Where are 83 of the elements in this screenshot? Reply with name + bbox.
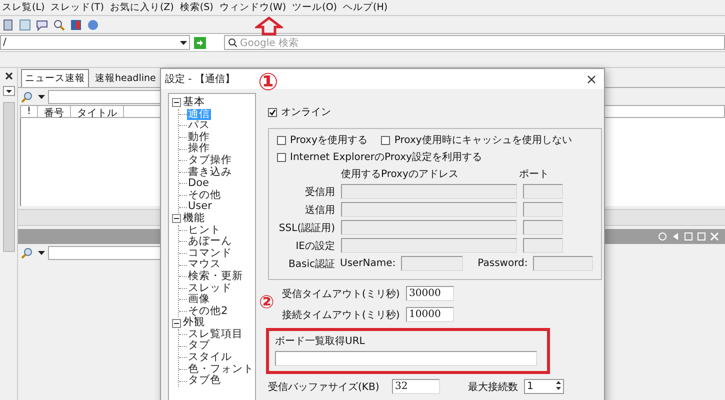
- go-arrow-icon[interactable]: [194, 36, 206, 48]
- tree-item[interactable]: 動作: [187, 132, 211, 144]
- tree-item[interactable]: 操作: [187, 143, 211, 155]
- tree-item[interactable]: タブ操作: [187, 154, 233, 167]
- address-field[interactable]: /: [0, 35, 190, 50]
- arrow-annotation: [255, 16, 283, 36]
- tree-item[interactable]: その他: [187, 190, 222, 202]
- column-header[interactable]: 番号: [38, 106, 72, 117]
- field-label: 接続タイムアウト(ミリ秒): [282, 308, 400, 322]
- tree-item[interactable]: 外観: [183, 317, 205, 329]
- document-icon[interactable]: [2, 18, 14, 30]
- menu-item[interactable]: スレッド(T): [50, 1, 104, 14]
- tree-item[interactable]: タブ色: [187, 375, 222, 387]
- search-icon: [228, 38, 237, 47]
- url-field[interactable]: [275, 351, 537, 366]
- tree-item[interactable]: タブ: [187, 340, 211, 352]
- search-icon[interactable]: [21, 90, 35, 102]
- field-label: 受信バッファサイズ(KB): [268, 380, 380, 394]
- field-label: 送信用: [304, 204, 335, 216]
- step-number: ②: [259, 294, 274, 312]
- field-label: 受信用: [304, 186, 335, 198]
- check-icon: [269, 108, 276, 116]
- column-header[interactable]: タイトル: [71, 106, 124, 117]
- collapse-icon[interactable]: [172, 98, 181, 108]
- field-label: SSL(認証用): [278, 222, 335, 234]
- menu-item[interactable]: ヘルプ(H): [343, 1, 388, 14]
- menu-item[interactable]: ツール(O): [292, 1, 338, 14]
- tree-item[interactable]: スレ覧項目: [187, 328, 244, 340]
- caret-icon[interactable]: [38, 94, 45, 100]
- tree-item[interactable]: 画像: [187, 294, 211, 306]
- step-number: ①: [258, 70, 278, 94]
- close-icon[interactable]: [587, 74, 596, 84]
- panel-icon[interactable]: [70, 18, 82, 30]
- tree-item[interactable]: マウス: [187, 259, 222, 271]
- field-label: IEの設定: [294, 240, 335, 252]
- tree-item[interactable]: 検索・更新: [187, 270, 244, 282]
- checkbox[interactable]: オンライン: [268, 105, 602, 119]
- field-label: 受信タイムアウト(ミリ秒): [282, 288, 400, 300]
- field-label: Basic認証: [288, 258, 335, 270]
- field-label: UserName:: [340, 258, 396, 269]
- dropdown-icon[interactable]: [2, 86, 14, 96]
- scrollbar[interactable]: [2, 102, 14, 252]
- tree-item[interactable]: 色・フォント: [187, 364, 255, 376]
- collapse-icon[interactable]: [172, 214, 181, 224]
- back-icon[interactable]: [671, 232, 680, 241]
- input-field[interactable]: 32: [392, 379, 440, 394]
- column-header[interactable]: !: [21, 106, 38, 117]
- column-label: 使用するProxyのアドレス: [341, 168, 460, 181]
- collapse-icon[interactable]: [172, 318, 181, 328]
- caret-icon: [179, 38, 188, 47]
- field-label: ボード一覧取得URL: [275, 335, 366, 348]
- search-icon[interactable]: [21, 246, 35, 258]
- comment-icon[interactable]: [36, 18, 48, 30]
- menu-item[interactable]: お気に入り(Z): [110, 1, 174, 14]
- tree-item[interactable]: スタイル: [187, 352, 233, 364]
- tree-item[interactable]: ヒント: [187, 224, 222, 236]
- field-label: 最大接続数: [468, 380, 518, 394]
- tree-item[interactable]: スレッド: [187, 282, 233, 294]
- menu-item[interactable]: ウィンドウ(W): [219, 1, 286, 14]
- field-label: Password:: [478, 258, 528, 269]
- board-tab[interactable]: 速報headline: [91, 69, 160, 87]
- tree-item[interactable]: 基本: [183, 97, 205, 109]
- tree-item[interactable]: あぼーん: [187, 236, 233, 248]
- column-label: ポート: [519, 168, 549, 181]
- menu-item[interactable]: 検索(S): [180, 1, 214, 14]
- tree-item[interactable]: 機能: [183, 212, 205, 225]
- spin-arrows-icon: [556, 380, 561, 391]
- menu-item[interactable]: スレ覧(L): [2, 1, 45, 14]
- tree-item[interactable]: 書き込み: [187, 166, 233, 178]
- caret-icon[interactable]: [38, 250, 45, 256]
- tree-item[interactable]: パス: [187, 120, 211, 132]
- close-icon[interactable]: [4, 72, 12, 80]
- tree-item[interactable]: その他2: [187, 306, 229, 318]
- input-field[interactable]: 30000: [406, 286, 454, 301]
- board-tab[interactable]: ニュース速報: [21, 69, 89, 87]
- circle-icon[interactable]: [658, 232, 667, 241]
- tree-item[interactable]: User: [187, 201, 213, 213]
- number-spinner[interactable]: 1: [524, 379, 564, 394]
- search-icon[interactable]: [53, 18, 65, 30]
- input-field[interactable]: 10000: [406, 307, 454, 322]
- dialog-title: 設定 - 【通信】: [165, 72, 235, 86]
- tree-item[interactable]: コマンド: [187, 248, 233, 260]
- tree-item[interactable]: Doe: [187, 178, 210, 190]
